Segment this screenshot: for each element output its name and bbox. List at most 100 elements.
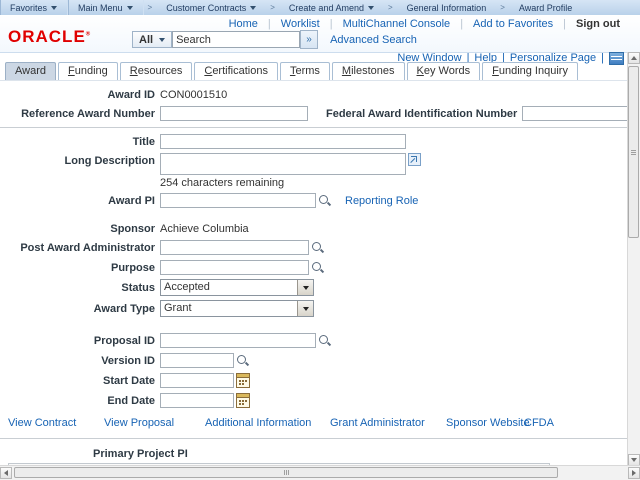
long-description-label: Long Description: [0, 153, 155, 167]
breadcrumb-favorites[interactable]: Favorites: [0, 0, 68, 15]
award-pi-input[interactable]: [160, 193, 316, 208]
vertical-scrollbar[interactable]: [627, 52, 640, 466]
oracle-logo: ORACLE®: [8, 27, 91, 47]
tab-certifications[interactable]: Certifications: [194, 62, 278, 80]
tab-label: Resources: [130, 65, 183, 77]
scroll-left-icon[interactable]: [0, 467, 12, 479]
search-scope-value: All: [139, 34, 153, 46]
dropdown-arrow-icon[interactable]: [297, 301, 313, 316]
breadcrumb-separator: >: [144, 3, 157, 12]
tab-label: Terms: [290, 65, 320, 77]
lookup-icon[interactable]: [311, 261, 324, 274]
chevron-down-icon: [159, 38, 165, 42]
horizontal-scrollbar-thumb[interactable]: [14, 467, 558, 478]
breadcrumb-create-and-amend[interactable]: Create and Amend: [279, 0, 384, 15]
additional-information-link[interactable]: Additional Information: [205, 417, 311, 429]
dropdown-arrow-icon[interactable]: [297, 280, 313, 295]
award-type-label: Award Type: [0, 303, 155, 315]
title-label: Title: [0, 136, 155, 148]
calendar-icon[interactable]: [236, 373, 250, 388]
tab-terms[interactable]: Terms: [280, 62, 330, 80]
breadcrumb: Favorites Main Menu > Customer Contracts…: [0, 0, 640, 16]
worklist-link[interactable]: Worklist: [271, 18, 330, 30]
breadcrumb-award-profile[interactable]: Award Profile: [509, 0, 582, 15]
breadcrumb-customer-contracts[interactable]: Customer Contracts: [156, 0, 266, 15]
search-go-button[interactable]: »: [300, 30, 318, 49]
tab-milestones[interactable]: Milestones: [332, 62, 405, 80]
action-links: View Contract View Proposal Additional I…: [0, 417, 628, 430]
multichannel-console-link[interactable]: MultiChannel Console: [333, 18, 461, 30]
characters-remaining-text: 254 characters remaining: [160, 177, 628, 189]
lookup-icon[interactable]: [318, 334, 331, 347]
award-id-value: CON0001510: [160, 89, 227, 101]
post-award-administrator-input[interactable]: [160, 240, 309, 255]
award-type-select[interactable]: Grant: [160, 300, 314, 317]
sign-out-link[interactable]: Sign out: [566, 18, 630, 30]
advanced-search-link[interactable]: Advanced Search: [330, 34, 417, 46]
purpose-input[interactable]: [160, 260, 309, 275]
reporting-role-link[interactable]: Reporting Role: [345, 195, 418, 207]
tab-label: Key Words: [417, 65, 471, 77]
tab-award[interactable]: Award: [5, 62, 56, 80]
tab-label: Funding Inquiry: [492, 65, 568, 77]
home-link[interactable]: Home: [219, 18, 268, 30]
tab-label: Funding: [68, 65, 108, 77]
title-input[interactable]: [160, 134, 406, 149]
proposal-id-input[interactable]: [160, 333, 316, 348]
breadcrumb-main-menu[interactable]: Main Menu: [68, 0, 144, 15]
lookup-icon[interactable]: [318, 194, 331, 207]
tab-label: Milestones: [342, 65, 395, 77]
start-date-label: Start Date: [0, 375, 155, 387]
federal-award-id-input[interactable]: [522, 106, 640, 121]
long-description-textarea[interactable]: [160, 153, 406, 175]
breadcrumb-separator: >: [266, 3, 279, 12]
tab-label: Award: [15, 65, 46, 77]
breadcrumb-general-information[interactable]: General Information: [397, 0, 497, 15]
scroll-up-icon[interactable]: [628, 52, 640, 64]
start-date-input[interactable]: [160, 373, 234, 388]
breadcrumb-label: Award Profile: [519, 3, 572, 13]
view-proposal-link[interactable]: View Proposal: [104, 417, 174, 429]
vertical-scrollbar-thumb[interactable]: [628, 66, 639, 238]
award-id-label: Award ID: [0, 89, 155, 101]
breadcrumb-label: Create and Amend: [289, 3, 364, 13]
lookup-icon[interactable]: [311, 241, 324, 254]
divider: [0, 438, 628, 439]
tab-funding-inquiry[interactable]: Funding Inquiry: [482, 62, 578, 80]
add-to-favorites-link[interactable]: Add to Favorites: [463, 18, 563, 30]
expand-icon[interactable]: [408, 153, 421, 166]
divider: [0, 127, 628, 128]
chevron-down-icon: [250, 6, 256, 10]
breadcrumb-label: Favorites: [10, 3, 47, 13]
breadcrumb-separator: >: [384, 3, 397, 12]
search-scope-dropdown[interactable]: All: [132, 31, 172, 48]
purpose-label: Purpose: [0, 262, 155, 274]
sponsor-label: Sponsor: [0, 223, 155, 235]
status-select[interactable]: Accepted: [160, 279, 314, 296]
version-id-input[interactable]: [160, 353, 234, 368]
calendar-icon[interactable]: [236, 393, 250, 408]
horizontal-scrollbar[interactable]: [0, 465, 640, 480]
cfda-link[interactable]: CFDA: [524, 417, 554, 429]
tab-key-words[interactable]: Key Words: [407, 62, 481, 80]
end-date-input[interactable]: [160, 393, 234, 408]
lookup-icon[interactable]: [236, 354, 249, 367]
end-date-label: End Date: [0, 395, 155, 407]
tab-strip: Award Funding Resources Certifications T…: [0, 63, 628, 81]
header: ORACLE® All » Advanced Search Home| Work…: [0, 15, 640, 53]
status-label: Status: [0, 282, 155, 294]
search-input[interactable]: [172, 31, 300, 48]
sponsor-website-link[interactable]: Sponsor Website: [446, 417, 530, 429]
award-profile-page: Favorites Main Menu > Customer Contracts…: [0, 0, 640, 480]
chevron-down-icon: [51, 6, 57, 10]
header-links: Home| Worklist| MultiChannel Console| Ad…: [219, 18, 630, 30]
tab-funding[interactable]: Funding: [58, 62, 118, 80]
proposal-id-label: Proposal ID: [0, 335, 155, 347]
tab-resources[interactable]: Resources: [120, 62, 193, 80]
reference-award-number-input[interactable]: [160, 106, 308, 121]
breadcrumb-label: Customer Contracts: [166, 3, 246, 13]
view-contract-link[interactable]: View Contract: [8, 417, 76, 429]
grant-administrator-link[interactable]: Grant Administrator: [330, 417, 425, 429]
sponsor-value: Achieve Columbia: [160, 223, 249, 235]
scroll-right-icon[interactable]: [628, 467, 640, 479]
